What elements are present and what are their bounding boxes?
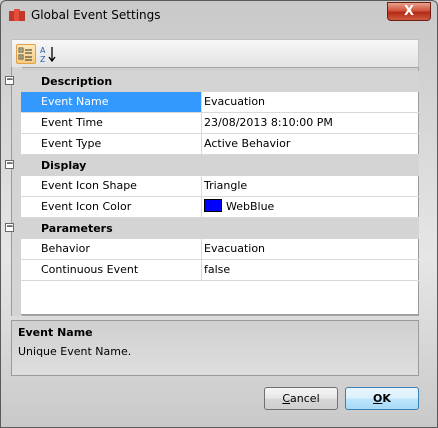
property-row-event-icon-shape[interactable]: Event Icon Shape Triangle: [21, 176, 419, 197]
property-row-event-time[interactable]: Event Time 23/08/2013 8:10:00 PM: [21, 113, 419, 134]
property-row-behavior[interactable]: Behavior Evacuation: [21, 239, 419, 260]
ok-label: K: [382, 392, 391, 405]
column-divider: [201, 92, 202, 112]
svg-text:Z: Z: [40, 55, 46, 64]
property-name[interactable]: Event Name: [21, 92, 201, 112]
property-value[interactable]: Evacuation: [204, 92, 265, 112]
description-text: Unique Event Name.: [18, 345, 132, 358]
dialog-window: Global Event Settings X A Z − Descriptio…: [0, 0, 438, 428]
description-panel: Event Name Unique Event Name.: [11, 320, 419, 376]
property-name[interactable]: Event Type: [21, 134, 201, 154]
ok-mnemonic: O: [373, 392, 383, 405]
column-divider: [201, 260, 202, 280]
title-bar[interactable]: Global Event Settings X: [1, 1, 437, 31]
column-divider: [201, 197, 202, 217]
category-description[interactable]: − Description: [5, 71, 419, 92]
close-button[interactable]: X: [387, 2, 431, 21]
property-name[interactable]: Behavior: [21, 239, 201, 259]
property-value[interactable]: Triangle: [204, 176, 247, 196]
property-value[interactable]: false: [204, 260, 230, 280]
alphabetical-sort-icon: A Z: [40, 46, 56, 64]
categorized-icon: [18, 47, 32, 61]
property-grid-toolbar: A Z: [11, 39, 419, 67]
window-title: Global Event Settings: [31, 8, 161, 22]
categorized-view-button[interactable]: [16, 44, 36, 64]
property-row-event-name[interactable]: Event Name Evacuation: [21, 92, 419, 113]
property-row-continuous-event[interactable]: Continuous Event false: [21, 260, 419, 281]
cancel-button[interactable]: Cancel: [264, 387, 338, 410]
collapse-icon[interactable]: −: [5, 160, 14, 169]
property-name[interactable]: Continuous Event: [21, 260, 201, 280]
property-name[interactable]: Event Icon Shape: [21, 176, 201, 196]
cancel-mnemonic: C: [282, 392, 291, 405]
ok-button[interactable]: OK: [345, 387, 419, 410]
cancel-label: ancel: [290, 392, 320, 405]
color-name: WebBlue: [226, 200, 275, 213]
property-value-color[interactable]: WebBlue: [204, 197, 274, 217]
svg-text:A: A: [40, 46, 46, 55]
collapse-icon[interactable]: −: [5, 76, 14, 85]
property-name[interactable]: Event Time: [21, 113, 201, 133]
color-swatch: [204, 199, 222, 212]
collapse-icon[interactable]: −: [5, 223, 14, 232]
property-row-event-icon-color[interactable]: Event Icon Color WebBlue: [21, 197, 419, 218]
column-divider: [201, 176, 202, 196]
property-name[interactable]: Event Icon Color: [21, 197, 201, 217]
close-icon: X: [403, 4, 415, 19]
property-value[interactable]: Active Behavior: [204, 134, 290, 154]
description-title: Event Name: [18, 326, 93, 339]
property-value[interactable]: 23/08/2013 8:10:00 PM: [204, 113, 333, 133]
property-row-event-type[interactable]: Event Type Active Behavior: [21, 134, 419, 155]
column-divider: [201, 134, 202, 154]
alphabetical-view-button[interactable]: A Z: [39, 44, 59, 64]
category-display[interactable]: − Display: [5, 155, 419, 176]
category-label: Display: [41, 159, 87, 172]
column-divider: [201, 113, 202, 133]
category-label: Description: [41, 75, 113, 88]
category-label: Parameters: [41, 222, 113, 235]
app-icon: [9, 9, 25, 21]
property-value[interactable]: Evacuation: [204, 239, 265, 259]
column-divider: [201, 239, 202, 259]
category-parameters[interactable]: − Parameters: [5, 218, 419, 239]
